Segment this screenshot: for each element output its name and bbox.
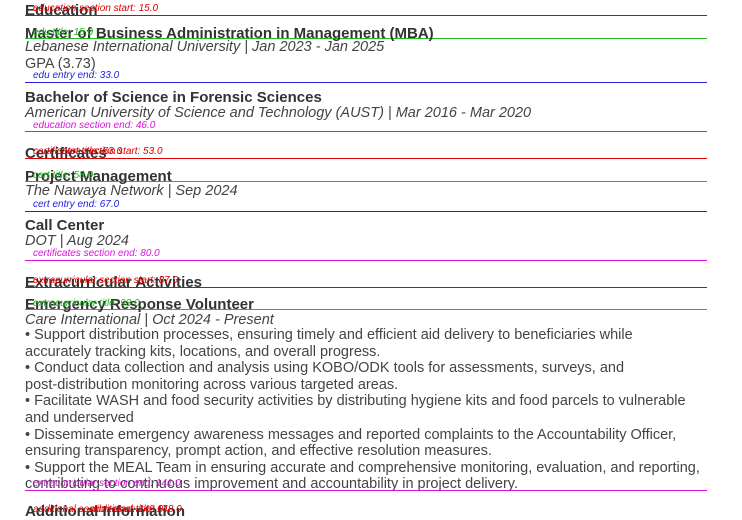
bullet-text: • Support the MEAL Team in ensuring accu… [25, 459, 700, 476]
bullet-item: • Conduct data collection and analysis u… [25, 360, 725, 393]
bullet-text-continued: accurately tracking kits, locations, and… [25, 343, 381, 360]
cert-title-marker: cert title: 53.0 [62, 146, 123, 157]
bullet-text-continued: ensuring transparency, prompt action, an… [25, 443, 492, 460]
edu-title-marker: edu title: 15.0 [33, 27, 94, 38]
additional-title-marker: additional title: 148.0 [90, 504, 182, 515]
bullet-text: • Facilitate WASH and food security acti… [25, 393, 686, 410]
cert-title-marker-2: cert title: 58.0 [33, 170, 94, 181]
extracurricular-start-marker: extracurricular section start: 87.0 [33, 275, 179, 286]
extracurricular-title-marker: extracurricular title: 93.0 [33, 298, 140, 309]
edu-entry-end-line [25, 82, 707, 83]
bullet-item: • Facilitate WASH and food security acti… [25, 393, 725, 426]
bullet-text: • Disseminate emergency awareness messag… [25, 426, 677, 443]
certificates-start-line [25, 158, 707, 159]
cert-entry-subtitle: The Nawaya Network | Sep 2024 [25, 183, 238, 199]
bullet-text: • Support distribution processes, ensuri… [25, 327, 633, 343]
certificates-end-marker: certificates section end: 80.0 [33, 248, 160, 259]
extracurricular-end-marker: extracurricular section end: 141.0 [33, 478, 181, 489]
edu-entry-title: Bachelor of Science in Forensic Sciences [25, 89, 322, 106]
bullet-text: • Conduct data collection and analysis u… [25, 360, 625, 377]
extracurricular-end-line [25, 490, 707, 491]
education-start-marker: education section start: 15.0 [33, 3, 159, 14]
cert-entry-end-line [25, 211, 707, 212]
edu-entry-subtitle: Lebanese International University | Jan … [25, 39, 385, 55]
edu-entry-end-marker: edu entry end: 33.0 [33, 70, 120, 81]
extracurricular-bullet-list: • Support distribution processes, ensuri… [25, 327, 725, 493]
education-start-line [25, 15, 707, 16]
cert-entry-end-marker: cert entry end: 67.0 [33, 199, 120, 210]
bullet-item: • Support distribution processes, ensuri… [25, 327, 725, 360]
cert-entry-title: Call Center [25, 217, 105, 234]
bullet-item: • Disseminate emergency awareness messag… [25, 427, 725, 460]
education-end-marker: education section end: 46.0 [33, 120, 156, 131]
education-end-line [25, 131, 707, 132]
certificates-end-line [25, 260, 707, 261]
bullet-text-continued: and underserved [25, 409, 134, 426]
bullet-text-continued: post-distribution monitoring across vari… [25, 376, 399, 393]
